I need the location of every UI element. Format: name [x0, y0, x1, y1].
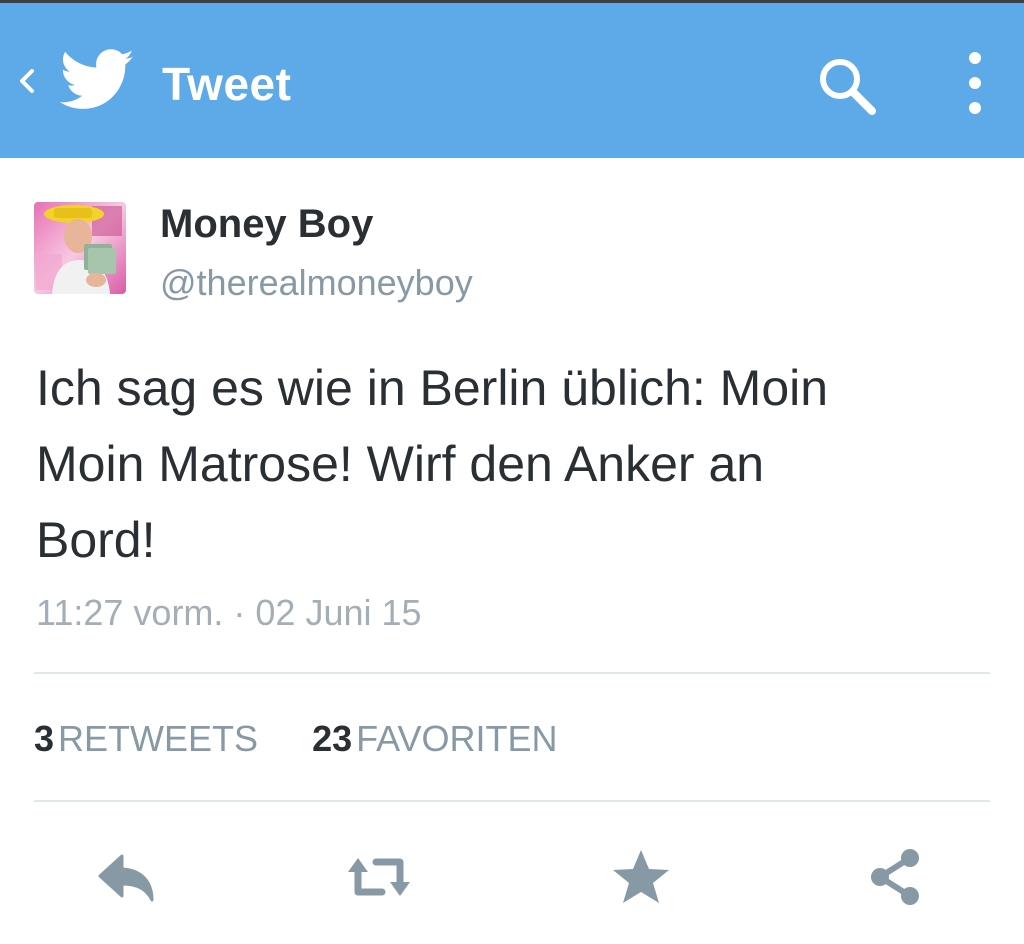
tweet-timestamp: 11:27 vorm. · 02 Juni 15 [36, 592, 422, 633]
author-handle[interactable]: @therealmoneyboy [160, 262, 473, 304]
twitter-bird-icon [60, 49, 134, 109]
retweets-stat[interactable]: 3 RETWEETS [34, 718, 268, 759]
retweet-icon[interactable] [344, 842, 414, 912]
retweets-label: RETWEETS [58, 718, 259, 759]
page-title: Tweet [162, 58, 292, 110]
tweet-stats: 3 RETWEETS 23 FAVORITEN [34, 718, 557, 760]
divider [34, 672, 990, 674]
app-bar: Tweet [0, 0, 1024, 158]
chevron-left-icon[interactable] [14, 61, 38, 101]
share-icon[interactable] [860, 842, 930, 912]
tweet-text-line: Ich sag es wie in Berlin üblich: Moin [36, 360, 829, 416]
author-name[interactable]: Money Boy [160, 202, 373, 247]
favorites-count: 23 [312, 718, 353, 759]
retweets-count: 3 [34, 718, 55, 759]
tweet-text: Ich sag es wie in Berlin üblich: Moin Mo… [36, 350, 976, 578]
tweet-text-line: Bord! [36, 512, 156, 568]
search-icon[interactable] [814, 53, 880, 119]
favorites-label: FAVORITEN [356, 718, 558, 759]
favorites-stat[interactable]: 23 FAVORITEN [302, 718, 557, 759]
star-icon[interactable] [606, 842, 676, 912]
reply-icon[interactable] [94, 842, 164, 912]
tweet-text-line: Moin Matrose! Wirf den Anker an [36, 436, 765, 492]
more-vertical-icon[interactable] [960, 49, 990, 117]
avatar[interactable] [34, 202, 126, 294]
divider [34, 800, 990, 802]
